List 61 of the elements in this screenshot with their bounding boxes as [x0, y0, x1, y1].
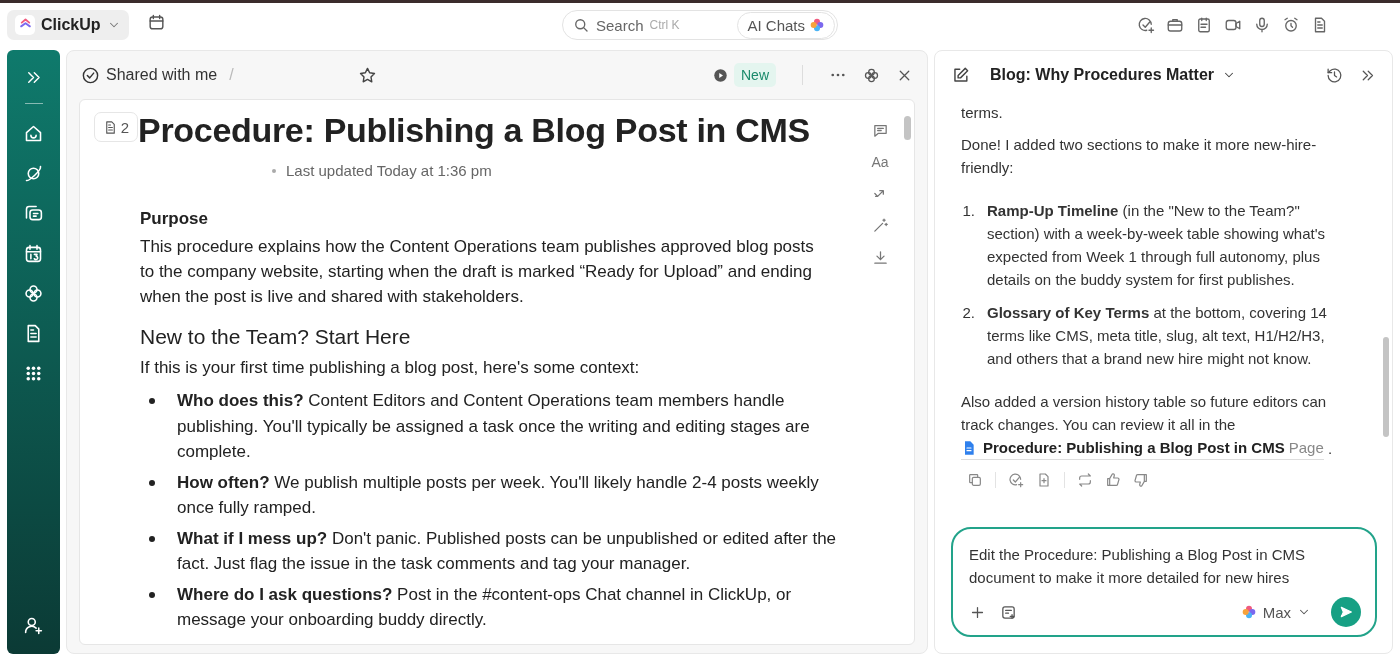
alarm-clock-icon[interactable] [1282, 15, 1300, 34]
edit-icon[interactable] [951, 65, 970, 85]
list-number: 2. [961, 303, 975, 323]
check-circle-icon [81, 65, 100, 85]
send-button[interactable] [1331, 597, 1361, 627]
paragraph: This procedure explains how the Content Operations team publishes approved blog posts to the company website, starting when the draft is marked “Ready for Upload” and ending when the post is live and shared with stakeholders. [140, 236, 815, 308]
section-heading: New to the Team? Start Here [140, 324, 412, 350]
paragraph: If this is your first time publishing a blog post, here's some context: [140, 357, 641, 379]
copy-icon[interactable] [967, 472, 983, 488]
sparkle-flower-icon [1240, 604, 1257, 620]
page-count-chip[interactable]: 2 [94, 112, 138, 142]
check-plus-icon[interactable] [1137, 15, 1155, 34]
history-icon[interactable] [1326, 66, 1343, 84]
chat-title[interactable]: Blog: Why Procedures Matter [990, 66, 1215, 84]
download-icon[interactable] [871, 249, 889, 266]
list-item-text: Where do I ask questions? Post in the #content-ops Chat channel in ClickUp, or message your onboarding buddy directly. [177, 583, 793, 631]
template-icon[interactable] [1000, 603, 1017, 621]
ai-chats-button[interactable]: AI Chats [737, 11, 835, 39]
workspace-switcher[interactable]: ClickUp [7, 9, 129, 40]
notepad-icon[interactable] [1195, 15, 1213, 34]
document-title: Procedure: Publishing a Blog Post in CMS [138, 110, 811, 151]
model-selector[interactable]: Max [1234, 602, 1317, 622]
calendar-icon[interactable] [23, 243, 44, 264]
comment-icon[interactable] [871, 122, 889, 139]
thumbs-down-icon[interactable] [1133, 472, 1149, 488]
chat-message-text: terms. [961, 103, 1004, 123]
home-icon[interactable] [23, 123, 44, 144]
message-field[interactable]: Edit the Procedure: Publishing a Blog Post in CMS document to make it more detailed for new hires Max [951, 527, 1377, 637]
user-plus-icon[interactable] [23, 615, 44, 636]
breadcrumb-link[interactable]: Shared with me [106, 66, 218, 84]
list-item-text: Ramp-Up Timeline (in the "New to the Team?" section) with a week-by-week table showing what's expected from Week 1 through full autonomy, plus details on the buddy system for first publishes. [987, 201, 1327, 290]
sparkle-flower-icon [809, 17, 825, 33]
flower-icon[interactable] [863, 66, 880, 84]
scrollbar-thumb[interactable] [904, 116, 911, 140]
chat-message-text: Also added a version history table so future editors can track changes. You can review it all in the Procedure: Publishing a Blog Post in CMS Page . [961, 390, 1341, 460]
repeat-icon[interactable] [1077, 472, 1093, 488]
microphone-icon[interactable] [1253, 15, 1271, 34]
calendar-icon[interactable] [146, 13, 166, 32]
breadcrumb-separator: / [229, 66, 234, 84]
scrollbar-thumb[interactable] [1383, 337, 1389, 437]
play-icon[interactable] [713, 67, 728, 83]
list-item-text: Glossary of Key Terms at the bottom, covering 14 terms like CMS, meta title, slug, alt text, H1/H2/H3, and others that a brand new hire might not know. [987, 303, 1328, 369]
section-label: Purpose [140, 208, 210, 230]
last-updated-text: Last updated Today at 1:36 pm [286, 162, 492, 179]
planet-icon[interactable] [23, 163, 44, 184]
list-number: 1. [961, 201, 975, 221]
file-plus-icon[interactable] [1036, 472, 1052, 488]
font-button[interactable]: Aa [871, 154, 889, 170]
send-icon [1338, 604, 1354, 620]
status-badge[interactable]: New [734, 63, 776, 87]
page-link[interactable]: Procedure: Publishing a Blog Post in CMS Page [961, 436, 1324, 460]
star-icon[interactable] [357, 65, 377, 85]
chat-message-text: Done! I added two sections to make it more new-hire-friendly: [961, 135, 1318, 178]
wand-icon[interactable] [871, 217, 889, 234]
thumbs-up-icon[interactable] [1105, 472, 1121, 488]
list-item-text: How often? We publish multiple posts per week. You'll likely handle 2-4 posts weekly once fully ramped. [177, 471, 820, 519]
list-item-text: Who does this? Content Editors and Content Operations team members handle publishing. You'll typically be assigned a task once the writing and editing stages are complete. [177, 390, 811, 463]
flower-icon[interactable] [23, 283, 44, 304]
check-plus-icon[interactable] [1008, 472, 1024, 488]
list-item-text: What if I mess up? Don't panic. Published posts can be unpublished or edited after the fact. Just flag the issue in the task comments and tag your manager. [177, 527, 838, 575]
search-icon [572, 16, 590, 34]
